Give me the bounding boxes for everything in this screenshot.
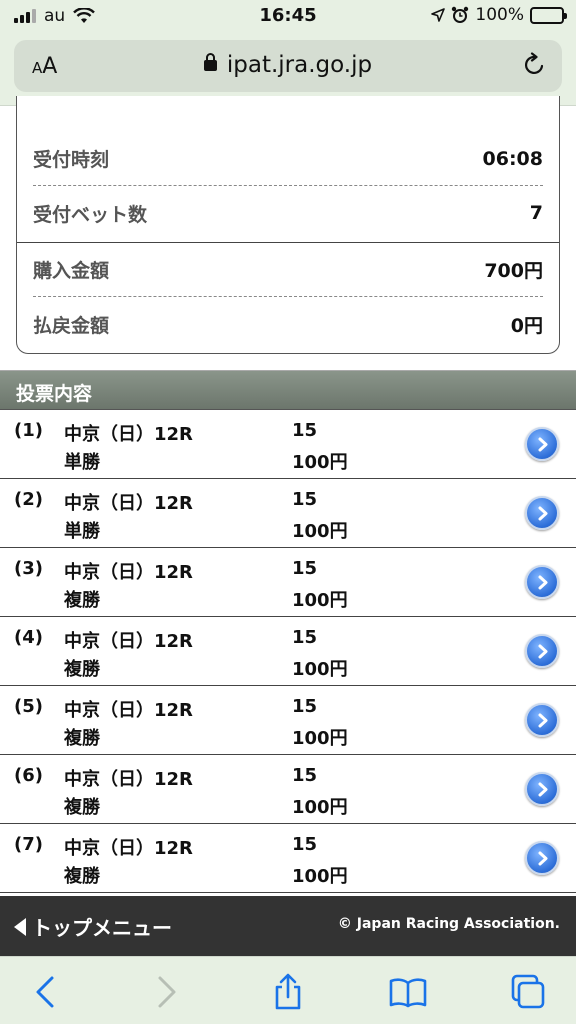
location-icon <box>431 8 446 22</box>
chevron-right-icon[interactable] <box>525 565 559 599</box>
browser-toolbar <box>0 956 576 1024</box>
chevron-right-icon[interactable] <box>525 427 559 461</box>
list-item[interactable]: (7) 中京（日）12R 複勝 15 100円 <box>0 824 576 893</box>
receipt-summary: 受付時刻 06:08 受付ベット数 7 購入金額 700円 払戻金額 0円 <box>16 96 560 354</box>
tabs-icon[interactable] <box>508 973 548 1011</box>
list-item[interactable]: (5) 中京（日）12R 複勝 15 100円 <box>0 686 576 755</box>
share-icon[interactable] <box>268 973 308 1011</box>
bet-list: (1) 中京（日）12R 単勝 15 100円 (2) 中京（日）12R 単勝 … <box>0 410 576 893</box>
summary-row: 購入金額 700円 <box>33 243 543 297</box>
back-icon[interactable] <box>26 973 66 1011</box>
summary-row: 受付時刻 06:08 <box>33 132 543 186</box>
list-item[interactable]: (6) 中京（日）12R 複勝 15 100円 <box>0 755 576 824</box>
address-bar[interactable]: AA ipat.jra.go.jp <box>14 40 562 92</box>
chevron-right-icon[interactable] <box>525 703 559 737</box>
lock-icon <box>203 53 217 71</box>
url-text: ipat.jra.go.jp <box>226 52 373 78</box>
battery-percent: 100% <box>475 5 524 25</box>
summary-row: 受付ベット数 7 <box>33 202 543 226</box>
battery-icon <box>530 6 567 24</box>
status-bar: au 16:45 100% <box>0 0 576 34</box>
reload-icon[interactable] <box>522 52 548 78</box>
list-item[interactable]: (2) 中京（日）12R 単勝 15 100円 <box>0 479 576 548</box>
list-item[interactable]: (1) 中京（日）12R 単勝 15 100円 <box>0 410 576 479</box>
chevron-right-icon[interactable] <box>525 772 559 806</box>
alarm-icon <box>452 6 469 23</box>
site-footer: トップメニュー © Japan Racing Association. <box>0 896 576 956</box>
summary-row: 払戻金額 0円 <box>33 314 543 337</box>
chevron-right-icon[interactable] <box>525 841 559 875</box>
chevron-right-icon[interactable] <box>525 496 559 530</box>
list-item[interactable]: (3) 中京（日）12R 複勝 15 100円 <box>0 548 576 617</box>
copyright-text: © Japan Racing Association. <box>337 916 560 932</box>
list-item[interactable]: (4) 中京（日）12R 複勝 15 100円 <box>0 617 576 686</box>
section-title: 投票内容 <box>0 370 576 410</box>
chevron-right-icon[interactable] <box>525 634 559 668</box>
bookmarks-icon[interactable] <box>388 973 428 1011</box>
top-menu-link[interactable]: トップメニュー <box>14 912 172 941</box>
forward-icon[interactable] <box>146 973 186 1011</box>
back-triangle-icon <box>14 917 26 936</box>
